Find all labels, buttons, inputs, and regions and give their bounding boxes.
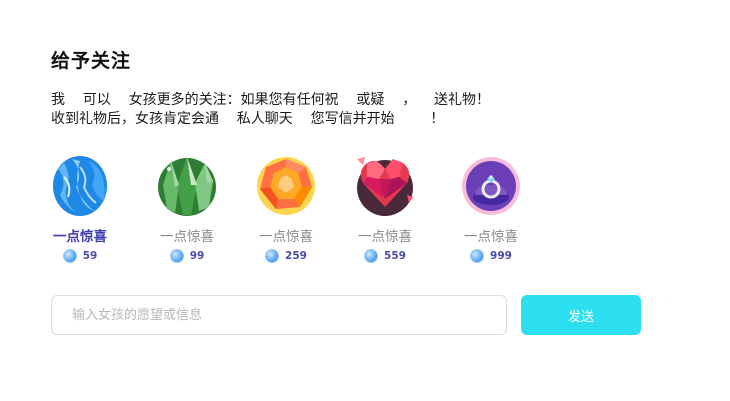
gift-price: 99 (137, 249, 237, 263)
gift-name: 一点惊喜 (53, 229, 107, 245)
gift-list: 一点惊喜 59 一点惊喜 99 一点惊喜 259 一点惊喜 559 一点惊喜 9… (0, 155, 730, 275)
ring-box-icon (462, 157, 520, 215)
gift-item[interactable]: 一点惊喜 559 (335, 155, 435, 263)
diamond-icon (169, 249, 184, 263)
gift-item[interactable]: 一点惊喜 259 (236, 155, 336, 263)
gift-price-value: 259 (285, 250, 307, 262)
diamond-icon (265, 249, 280, 263)
gift-price: 559 (335, 249, 435, 263)
gift-name: 一点惊喜 (160, 229, 214, 245)
gift-item[interactable]: 一点惊喜 999 (441, 155, 541, 263)
green-crystal-icon (158, 157, 216, 216)
gift-price-value: 999 (490, 250, 512, 262)
gift-item[interactable]: 一点惊喜 59 (30, 155, 130, 263)
gift-price-value: 559 (384, 250, 406, 262)
ruby-heart-icon (357, 157, 413, 216)
diamond-icon (62, 249, 77, 263)
gift-price-value: 59 (82, 250, 98, 262)
gift-name: 一点惊喜 (259, 229, 313, 245)
panel-description: 我 可以 女孩更多的关注：如果您有任何祝 或疑 ， 送礼物！ 收到礼物后，女孩肯… (51, 91, 490, 129)
description-line-2: 收到礼物后，女孩肯定会通 私人聊天 您写信并开始 ！ (51, 111, 445, 127)
panel-title: 给予关注 (51, 50, 132, 72)
blue-crystal-icon (53, 156, 107, 216)
gift-item[interactable]: 一点惊喜 99 (137, 155, 237, 263)
message-input[interactable] (51, 295, 507, 335)
orange-gem-icon (257, 157, 315, 215)
gift-price: 259 (236, 249, 336, 263)
gift-price: 59 (30, 249, 130, 263)
description-line-1: 我 可以 女孩更多的关注：如果您有任何祝 或疑 ， 送礼物！ (51, 92, 491, 108)
diamond-icon (470, 249, 485, 263)
gift-price: 999 (441, 249, 541, 263)
gift-name: 一点惊喜 (464, 229, 518, 245)
gift-name: 一点惊喜 (358, 229, 412, 245)
diamond-icon (364, 249, 379, 263)
gift-price-value: 99 (189, 250, 205, 262)
send-button[interactable]: 发送 (521, 295, 641, 335)
